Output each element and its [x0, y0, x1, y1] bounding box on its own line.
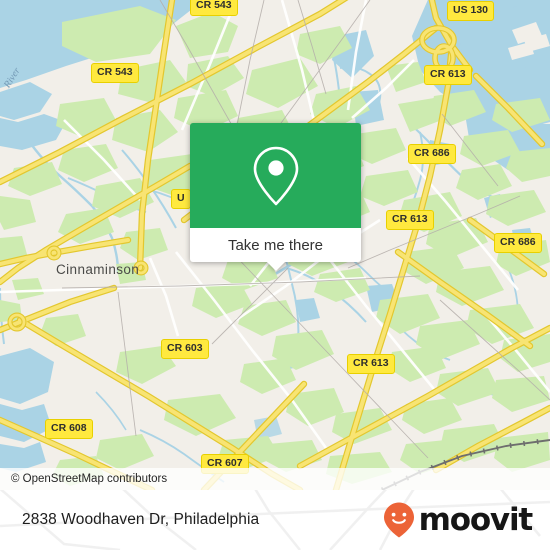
take-me-there-label: Take me there — [227, 236, 324, 254]
route-shield-cr613-mid: CR 613 — [386, 210, 434, 230]
route-shield-cr543: CR 543 — [91, 63, 139, 83]
moovit-wordmark: moovit — [418, 501, 534, 538]
callout-pointer-tail — [265, 261, 286, 271]
callout-header — [190, 123, 361, 228]
map-place-label-cinnaminson: Cinnaminson — [56, 262, 139, 277]
moovit-smiley-pin-icon — [383, 502, 414, 538]
moovit-map-screenshot: Cinnaminson River CR 543 US 130 CR 543 C… — [0, 0, 550, 550]
map-pin-icon — [253, 146, 298, 205]
route-shield-cr543-top: CR 543 — [190, 0, 238, 16]
address-label: 2838 Woodhaven Dr, Philadelphia — [22, 511, 260, 528]
map-canvas[interactable]: Cinnaminson River CR 543 US 130 CR 543 C… — [0, 0, 550, 490]
route-shield-us-partial: U — [171, 189, 191, 209]
attribution-text: © OpenStreetMap contributors — [11, 473, 168, 485]
moovit-logo[interactable]: moovit — [382, 501, 534, 539]
route-shield-cr608: CR 608 — [45, 419, 93, 439]
map-attribution-bar: © OpenStreetMap contributors — [0, 468, 550, 490]
location-callout-card[interactable]: Take me there — [190, 123, 361, 271]
footer-bar: 2838 Woodhaven Dr, Philadelphia moovit — [0, 490, 550, 550]
route-shield-cr603: CR 603 — [161, 339, 209, 359]
route-shield-cr686-right: CR 686 — [494, 233, 542, 253]
route-shield-cr686-upper: CR 686 — [408, 144, 456, 164]
route-shield-us130: US 130 — [447, 1, 495, 21]
callout-footer[interactable]: Take me there — [190, 228, 361, 271]
route-shield-cr613-lower: CR 613 — [347, 354, 395, 374]
route-shield-cr613-upper: CR 613 — [424, 65, 472, 85]
